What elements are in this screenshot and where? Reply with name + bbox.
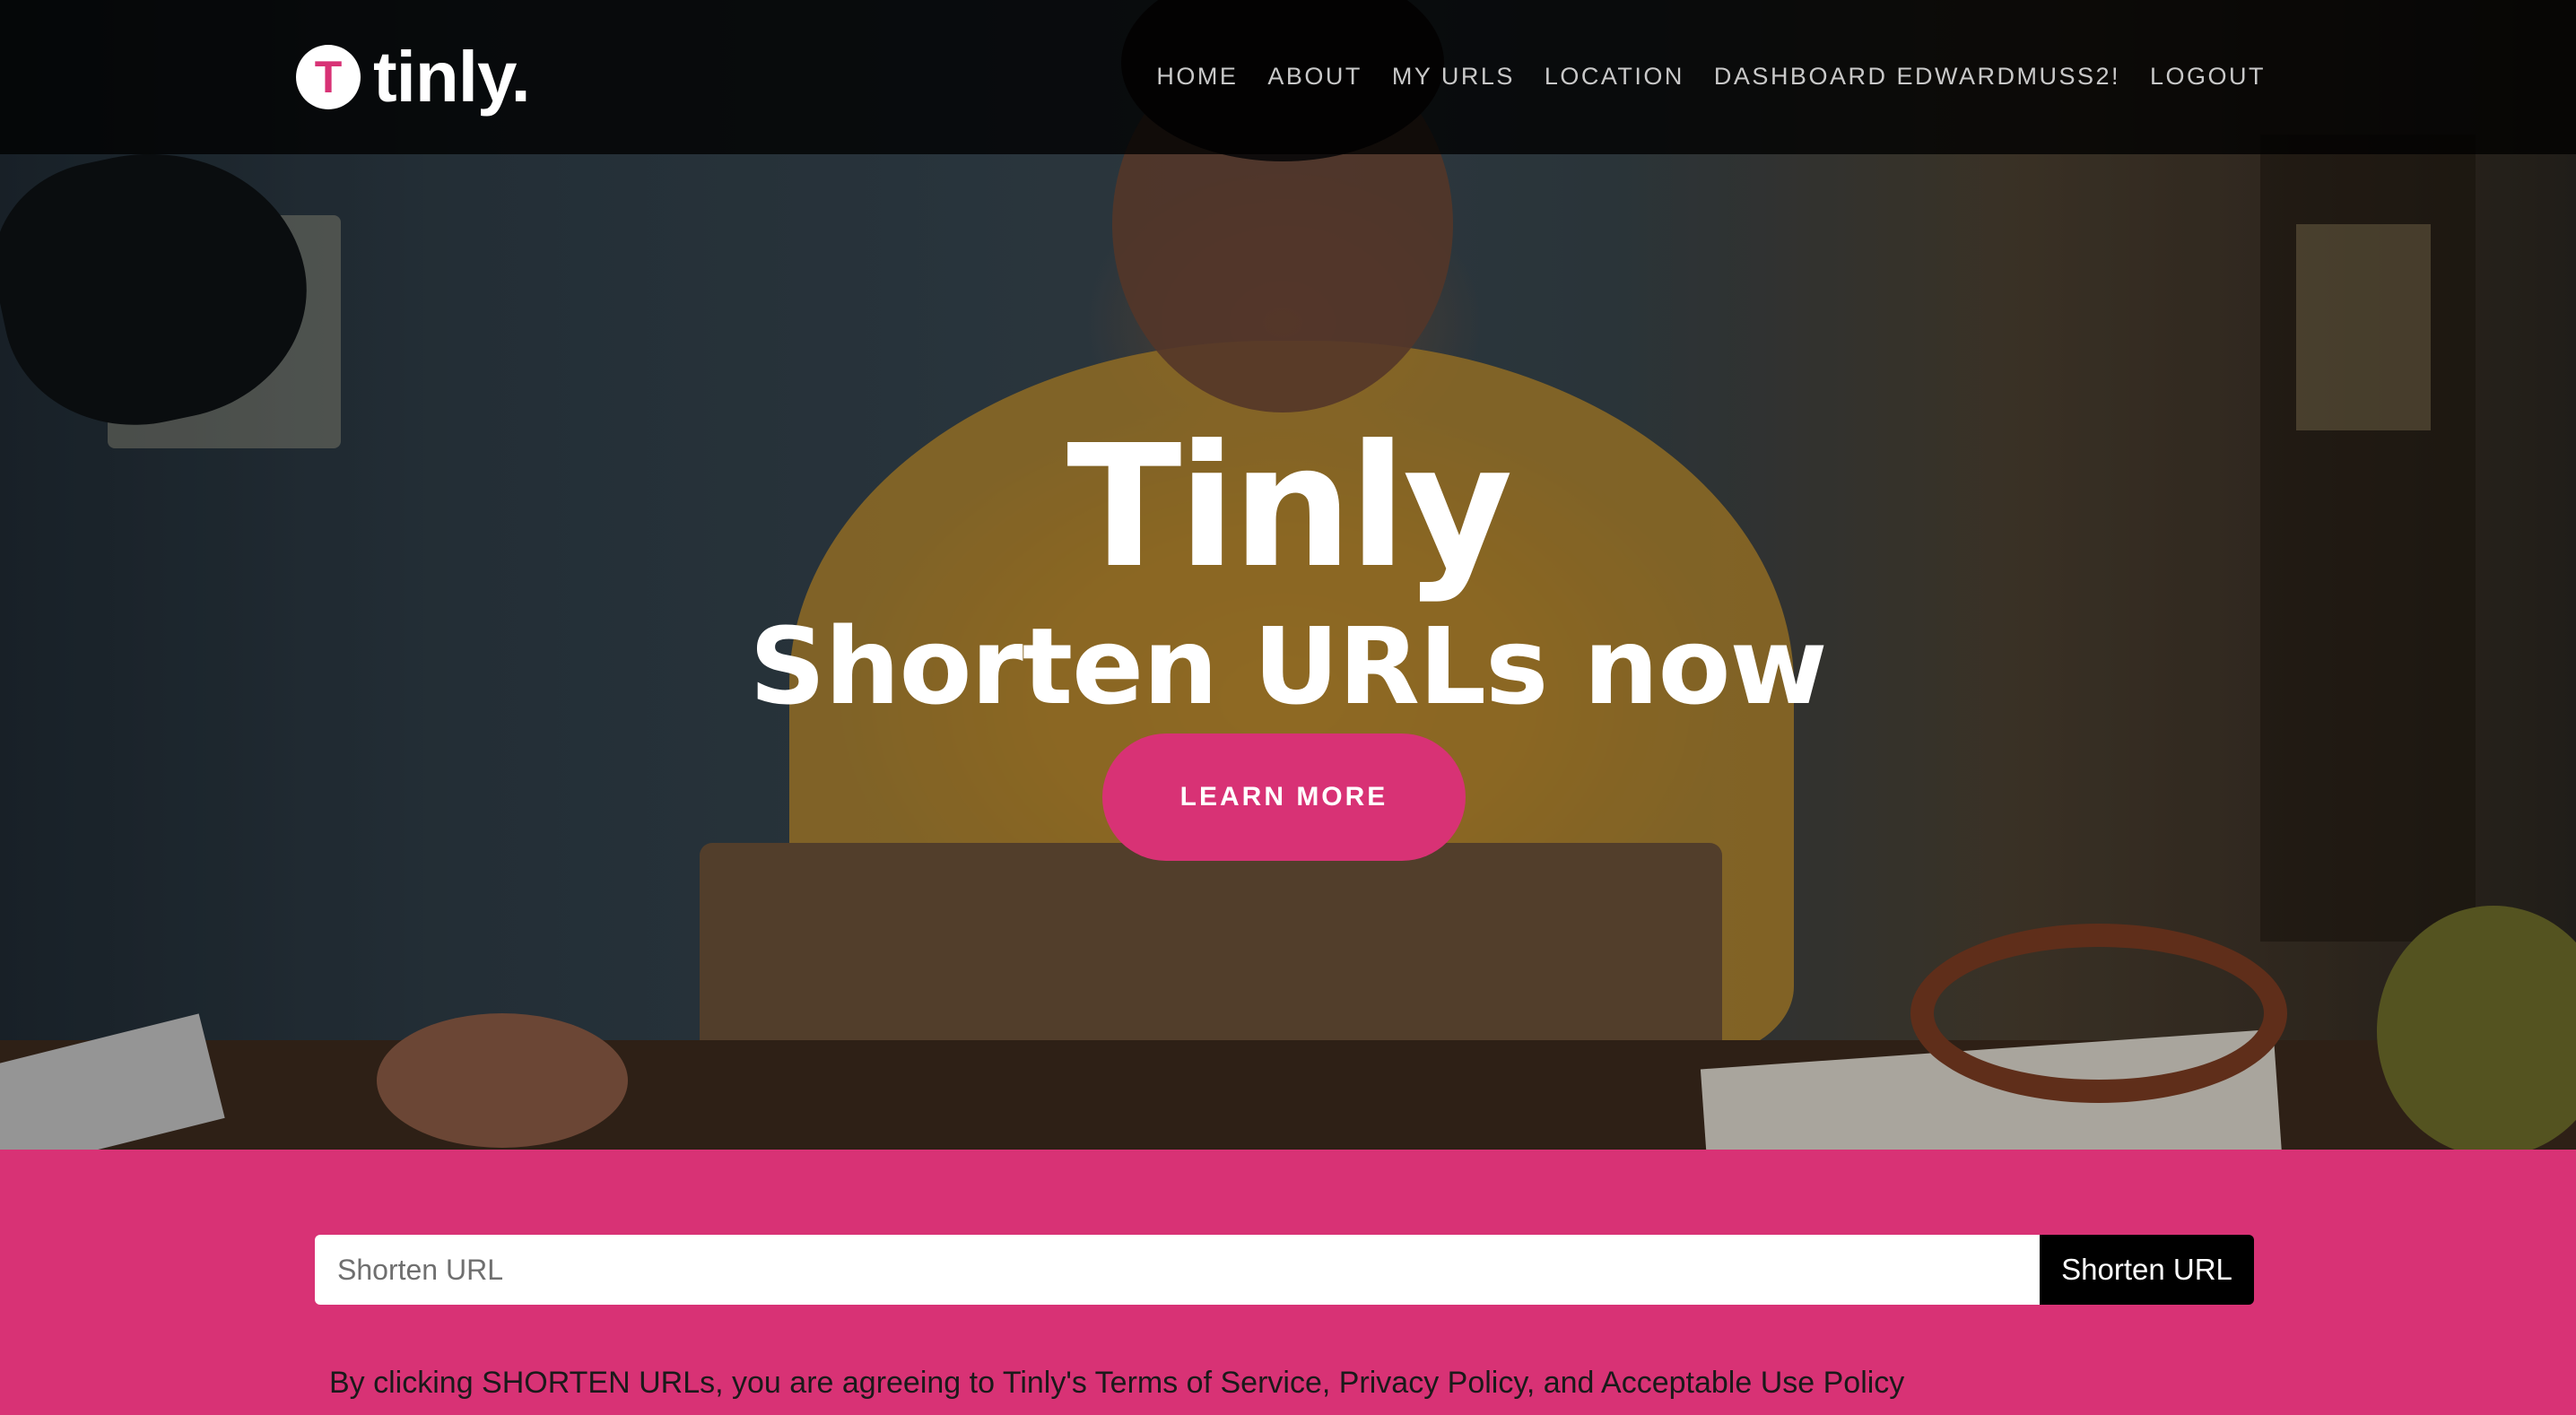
logo-icon: T [296, 45, 361, 109]
hero-subtitle: Shorten URLs now [749, 603, 1827, 728]
learn-more-button[interactable]: LEARN MORE [1102, 734, 1466, 861]
shorten-url-input[interactable] [315, 1235, 2040, 1305]
nav-dashboard[interactable]: DASHBOARD EDWARDMUSS2! [1714, 61, 2120, 91]
nav-about[interactable]: ABOUT [1267, 61, 1362, 91]
logo-letter: T [314, 52, 343, 102]
nav-my-urls[interactable]: MY URLS [1392, 61, 1515, 91]
nav-location[interactable]: LOCATION [1545, 61, 1684, 91]
shorten-section: Shorten URL By clicking SHORTEN URLs, yo… [0, 1150, 2576, 1415]
brand-name: tinly. [373, 37, 531, 117]
main-nav: HOME ABOUT MY URLS LOCATION DASHBOARD ED… [1156, 61, 2266, 91]
brand-logo[interactable]: T tinly. [296, 37, 531, 117]
terms-disclaimer: By clicking SHORTEN URLs, you are agreei… [329, 1366, 1905, 1400]
nav-home[interactable]: HOME [1156, 61, 1238, 91]
shorten-url-button[interactable]: Shorten URL [2040, 1235, 2254, 1305]
hero-section: Tinly Shorten URLs now LEARN MORE [0, 0, 2576, 1150]
top-navbar: T tinly. HOME ABOUT MY URLS LOCATION DAS… [0, 0, 2576, 154]
hero-title: Tinly [1066, 408, 1513, 605]
nav-logout[interactable]: LOGOUT [2150, 61, 2266, 91]
shorten-form: Shorten URL [315, 1235, 2254, 1305]
